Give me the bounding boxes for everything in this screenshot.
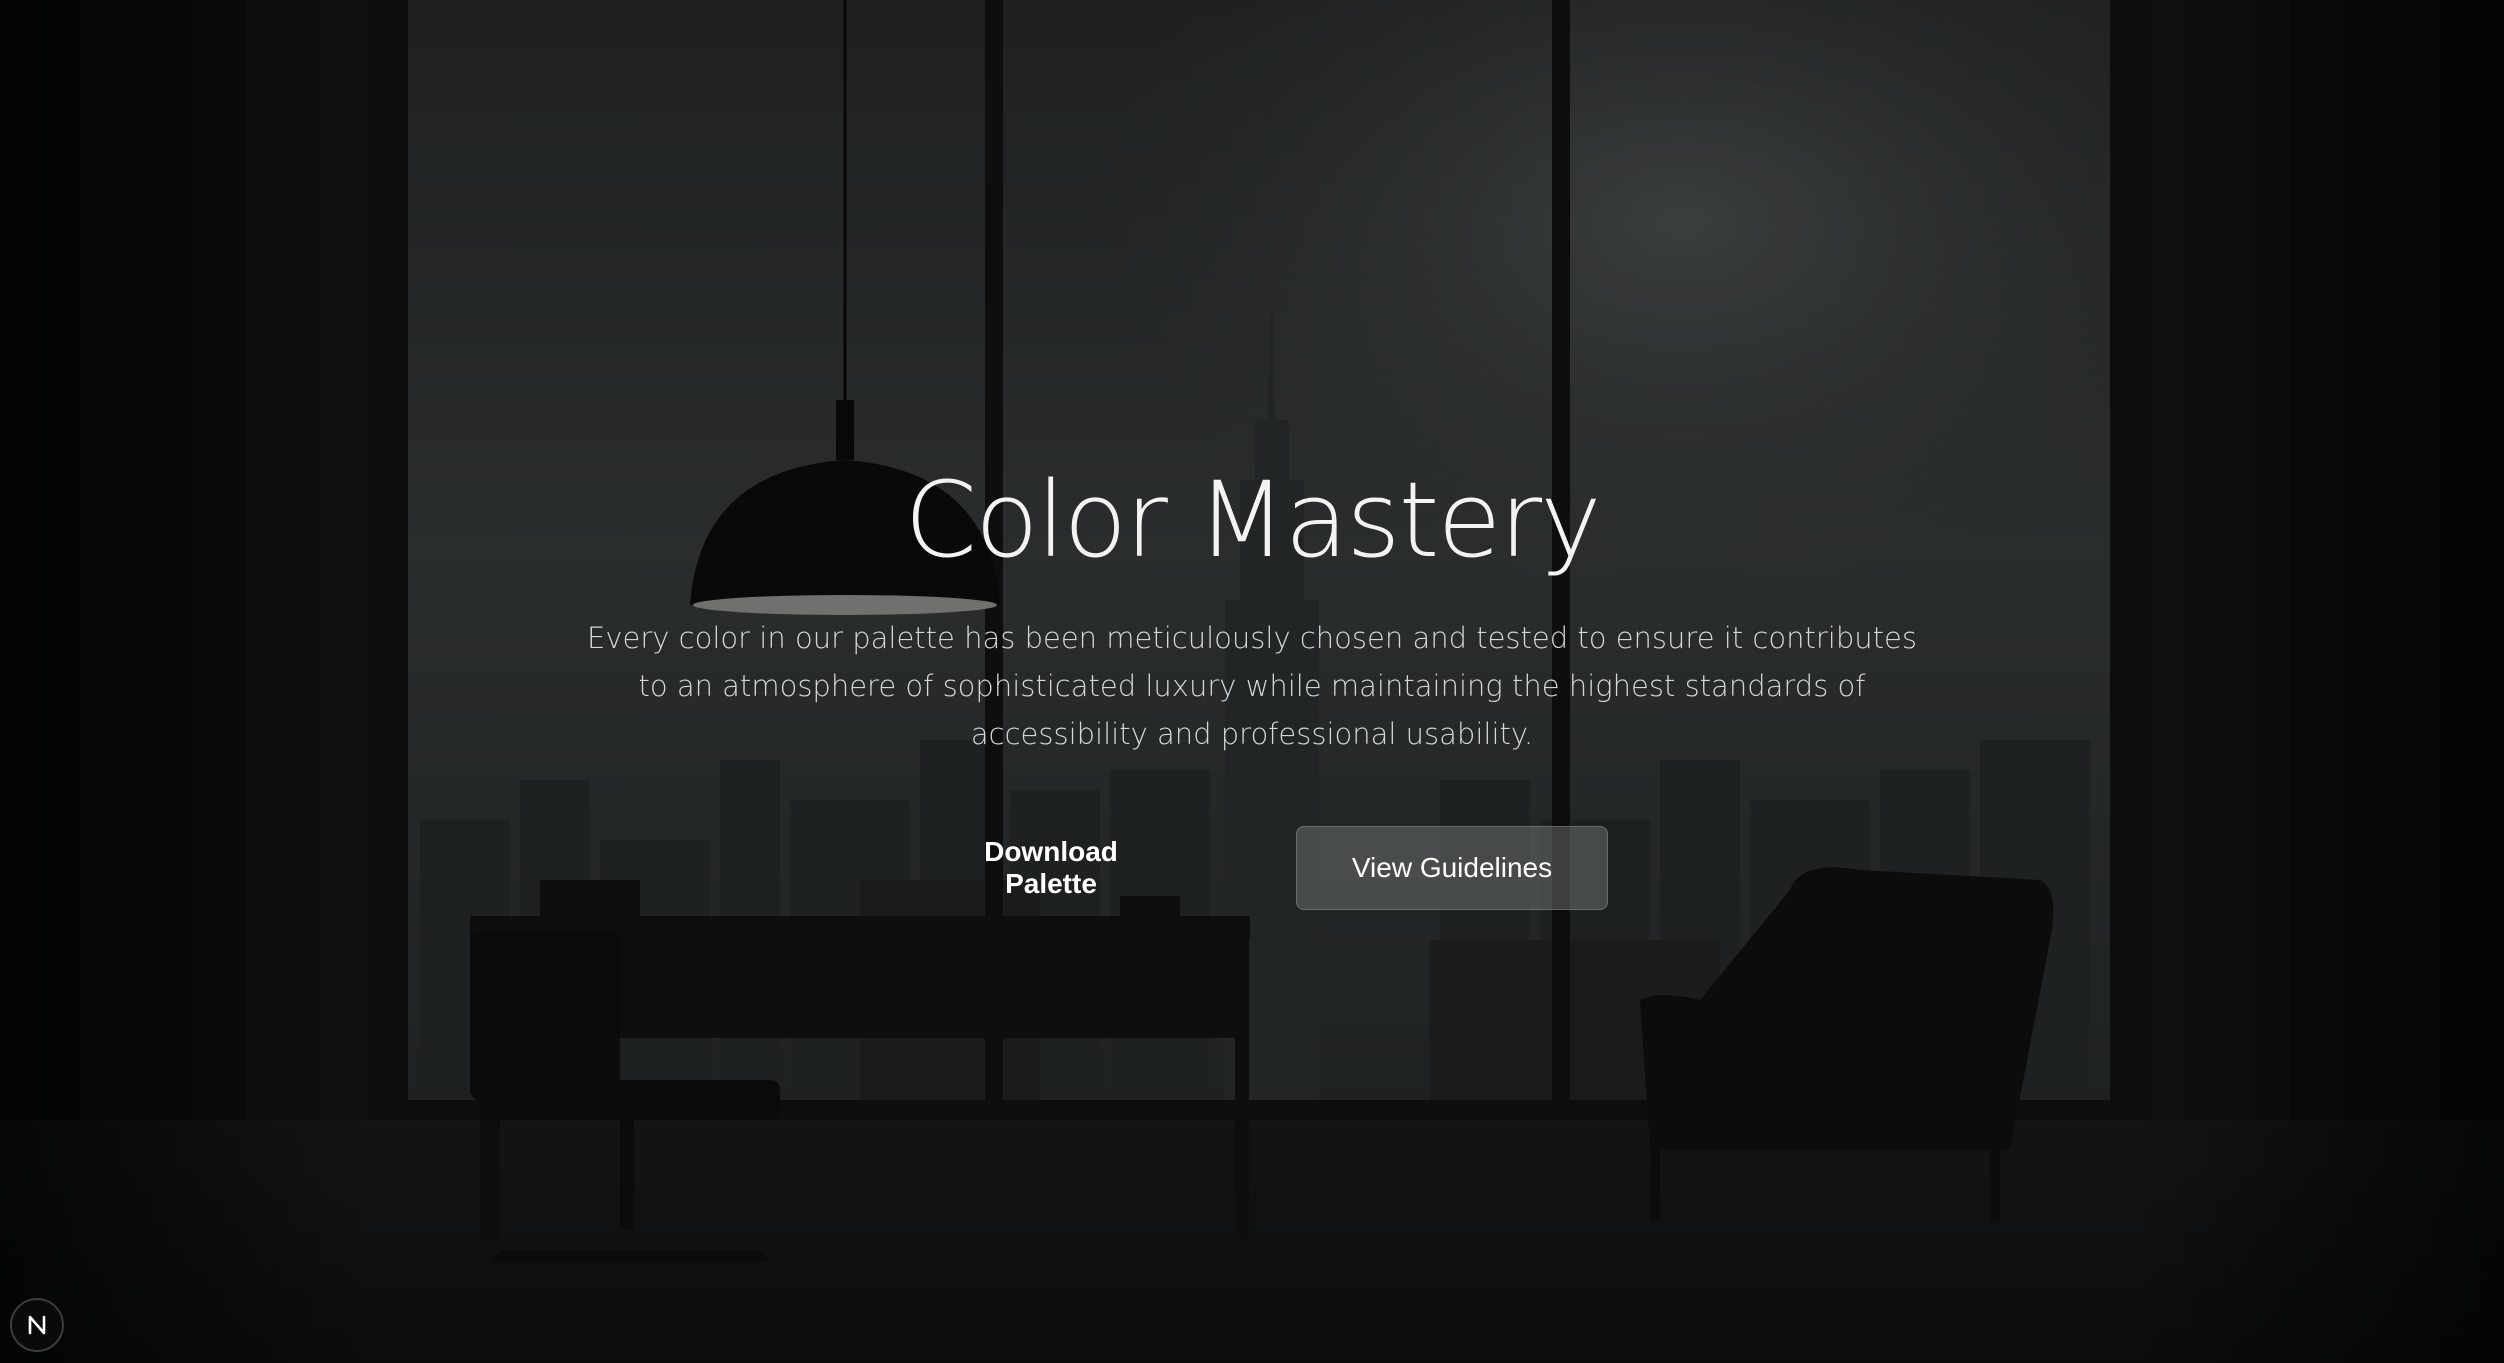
hero-section: Color Mastery Every color in our palette… [0,450,2504,758]
n-logo-icon [28,1315,46,1335]
hero-description: Every color in our palette has been meti… [587,621,1917,751]
dev-tools-badge[interactable] [10,1298,64,1352]
hero-actions: Download Palette View Guidelines [0,826,2504,910]
page-title: Color Mastery [904,459,1601,581]
download-palette-button[interactable]: Download Palette [896,826,1206,910]
hero-page: Color Mastery Every color in our palette… [0,0,2504,1363]
view-guidelines-button[interactable]: View Guidelines [1296,826,1608,910]
